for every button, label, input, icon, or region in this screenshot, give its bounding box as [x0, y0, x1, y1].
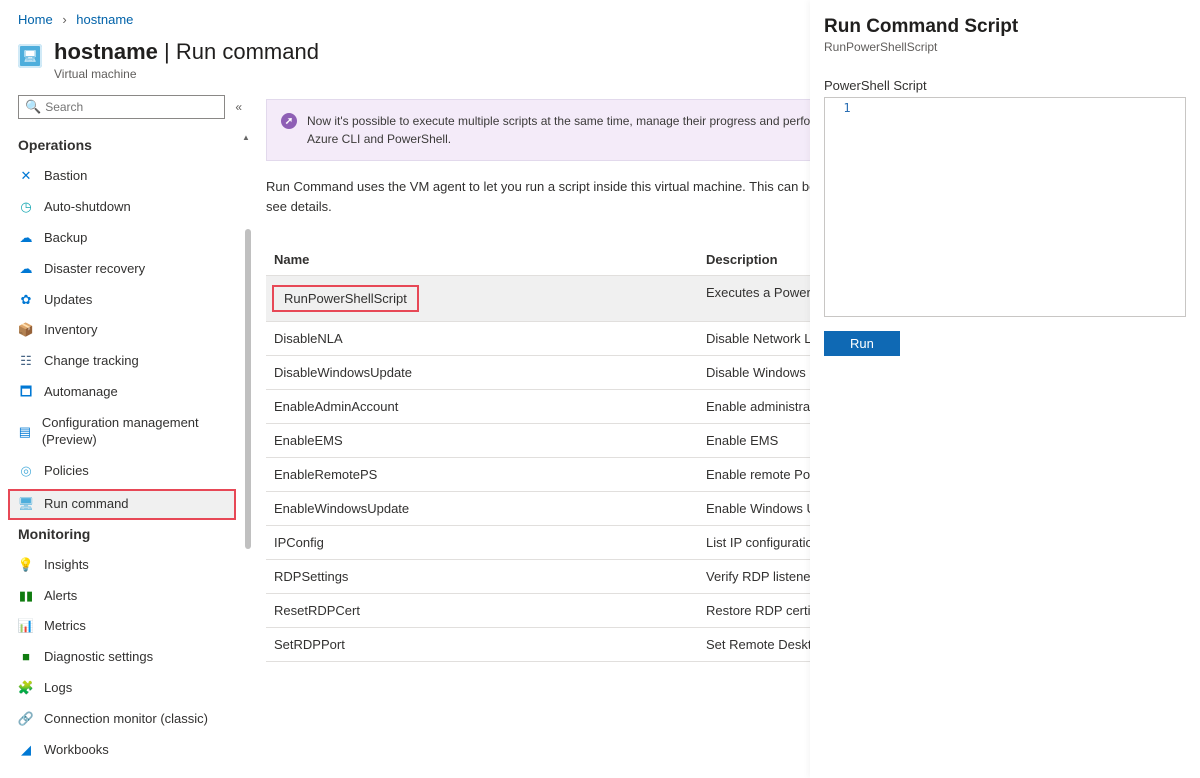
search-input[interactable]: 🔍 [18, 95, 225, 119]
panel-subtitle: RunPowerShellScript [824, 40, 1186, 54]
scrollbar-thumb[interactable] [245, 229, 251, 549]
row-name: EnableRemotePS [266, 467, 706, 482]
editor-label: PowerShell Script [824, 78, 1186, 93]
sidebar-item-automanage[interactable]: 🗖 Automanage [0, 377, 246, 408]
sidebar-item-label: Connection monitor (classic) [44, 711, 208, 728]
sidebar-item-label: Run command [44, 496, 129, 513]
sidebar-item-label: Configuration management (Preview) [42, 415, 228, 449]
row-name: DisableNLA [266, 331, 706, 346]
diagnostic-icon: ■ [18, 650, 34, 666]
metrics-icon: 📊 [18, 619, 34, 635]
row-name: RunPowerShellScript [266, 285, 706, 312]
collapse-sidebar-button[interactable]: « [235, 100, 242, 114]
sidebar-item-label: Backup [44, 230, 87, 247]
sidebar-item-disaster-recovery[interactable]: ☁ Disaster recovery [0, 254, 246, 285]
sidebar-item-run-command[interactable]: 🖥 Run command [8, 489, 236, 520]
row-name: EnableEMS [266, 433, 706, 448]
row-name: DisableWindowsUpdate [266, 365, 706, 380]
row-name: ResetRDPCert [266, 603, 706, 618]
sidebar-item-label: Auto-shutdown [44, 199, 131, 216]
sidebar-item-logs[interactable]: 🧩 Logs [0, 673, 246, 704]
sidebar-item-connection-monitor-classic-[interactable]: 🔗 Connection monitor (classic) [0, 704, 246, 735]
sidebar-item-label: Change tracking [44, 353, 139, 370]
sidebar-item-updates[interactable]: ✿ Updates [0, 285, 246, 316]
sidebar-item-inventory[interactable]: 📦 Inventory [0, 315, 246, 346]
sidebar-item-label: Updates [44, 292, 92, 309]
section-title: Operations [0, 133, 246, 161]
vm-icon: 🖥 [18, 44, 42, 68]
sidebar-item-label: Policies [44, 463, 89, 480]
scroll-up-icon[interactable]: ▲ [240, 133, 252, 142]
sidebar-item-label: Metrics [44, 618, 86, 635]
workbooks-icon: ◢ [18, 742, 34, 758]
disaster-icon: ☁ [18, 261, 34, 277]
rocket-icon: ➚ [281, 113, 297, 129]
updates-icon: ✿ [18, 292, 34, 308]
sidebar-item-policies[interactable]: ◎ Policies [0, 456, 246, 487]
change-icon: ☷ [18, 354, 34, 370]
row-name: SetRDPPort [266, 637, 706, 652]
sidebar-item-backup[interactable]: ☁ Backup [0, 223, 246, 254]
editor-gutter: 1 [825, 98, 869, 316]
breadcrumb-sep: › [62, 12, 66, 27]
sidebar-item-label: Alerts [44, 588, 77, 605]
sidebar-scrollbar[interactable]: ▲ [242, 133, 252, 778]
logs-icon: 🧩 [18, 681, 34, 697]
row-name: EnableWindowsUpdate [266, 501, 706, 516]
sidebar-item-workbooks[interactable]: ◢ Workbooks [0, 735, 246, 766]
sidebar-item-label: Logs [44, 680, 72, 697]
sidebar-item-label: Insights [44, 557, 89, 574]
sidebar-item-bastion[interactable]: ✕ Bastion [0, 161, 246, 192]
sidebar-item-label: Inventory [44, 322, 97, 339]
policies-icon: ◎ [18, 463, 34, 479]
section-title: Monitoring [0, 522, 246, 550]
sidebar-item-label: Diagnostic settings [44, 649, 153, 666]
alerts-icon: ▮▮ [18, 588, 34, 604]
run-button[interactable]: Run [824, 331, 900, 356]
backup-icon: ☁ [18, 230, 34, 246]
auto-shutdown-icon: ◷ [18, 199, 34, 215]
configuration-icon: ▤ [18, 424, 32, 440]
search-icon: 🔍 [25, 99, 41, 115]
script-editor[interactable]: 1 [824, 97, 1186, 317]
sidebar-item-diagnostic-settings[interactable]: ■ Diagnostic settings [0, 642, 246, 673]
sidebar-item-label: Workbooks [44, 742, 109, 759]
editor-code-area[interactable] [869, 98, 1185, 316]
row-name: EnableAdminAccount [266, 399, 706, 414]
breadcrumb-resource[interactable]: hostname [76, 12, 133, 27]
row-name: IPConfig [266, 535, 706, 550]
sidebar-item-label: Automanage [44, 384, 118, 401]
sidebar-item-configuration-management-preview-[interactable]: ▤ Configuration management (Preview) [0, 408, 246, 456]
sidebar-item-insights[interactable]: 💡 Insights [0, 550, 246, 581]
row-name: RDPSettings [266, 569, 706, 584]
insights-icon: 💡 [18, 557, 34, 573]
automanage-icon: 🗖 [18, 385, 34, 401]
inventory-icon: 📦 [18, 323, 34, 339]
run-icon: 🖥 [18, 496, 34, 512]
breadcrumb-home[interactable]: Home [18, 12, 53, 27]
sidebar: 🔍 « Operations ✕ Bastion ◷ Auto-shutdown ☁ Bac… [0, 95, 252, 778]
sidebar-item-label: Disaster recovery [44, 261, 145, 278]
search-field[interactable] [45, 100, 218, 114]
connection-icon: 🔗 [18, 712, 34, 728]
sidebar-item-change-tracking[interactable]: ☷ Change tracking [0, 346, 246, 377]
run-command-panel: Run Command Script RunPowerShellScript P… [810, 0, 1200, 778]
sidebar-item-label: Bastion [44, 168, 87, 185]
sidebar-item-metrics[interactable]: 📊 Metrics [0, 611, 246, 642]
bastion-icon: ✕ [18, 168, 34, 184]
col-header-name: Name [266, 252, 706, 267]
panel-title: Run Command Script [824, 16, 1186, 38]
sidebar-item-alerts[interactable]: ▮▮ Alerts [0, 581, 246, 612]
sidebar-item-auto-shutdown[interactable]: ◷ Auto-shutdown [0, 192, 246, 223]
